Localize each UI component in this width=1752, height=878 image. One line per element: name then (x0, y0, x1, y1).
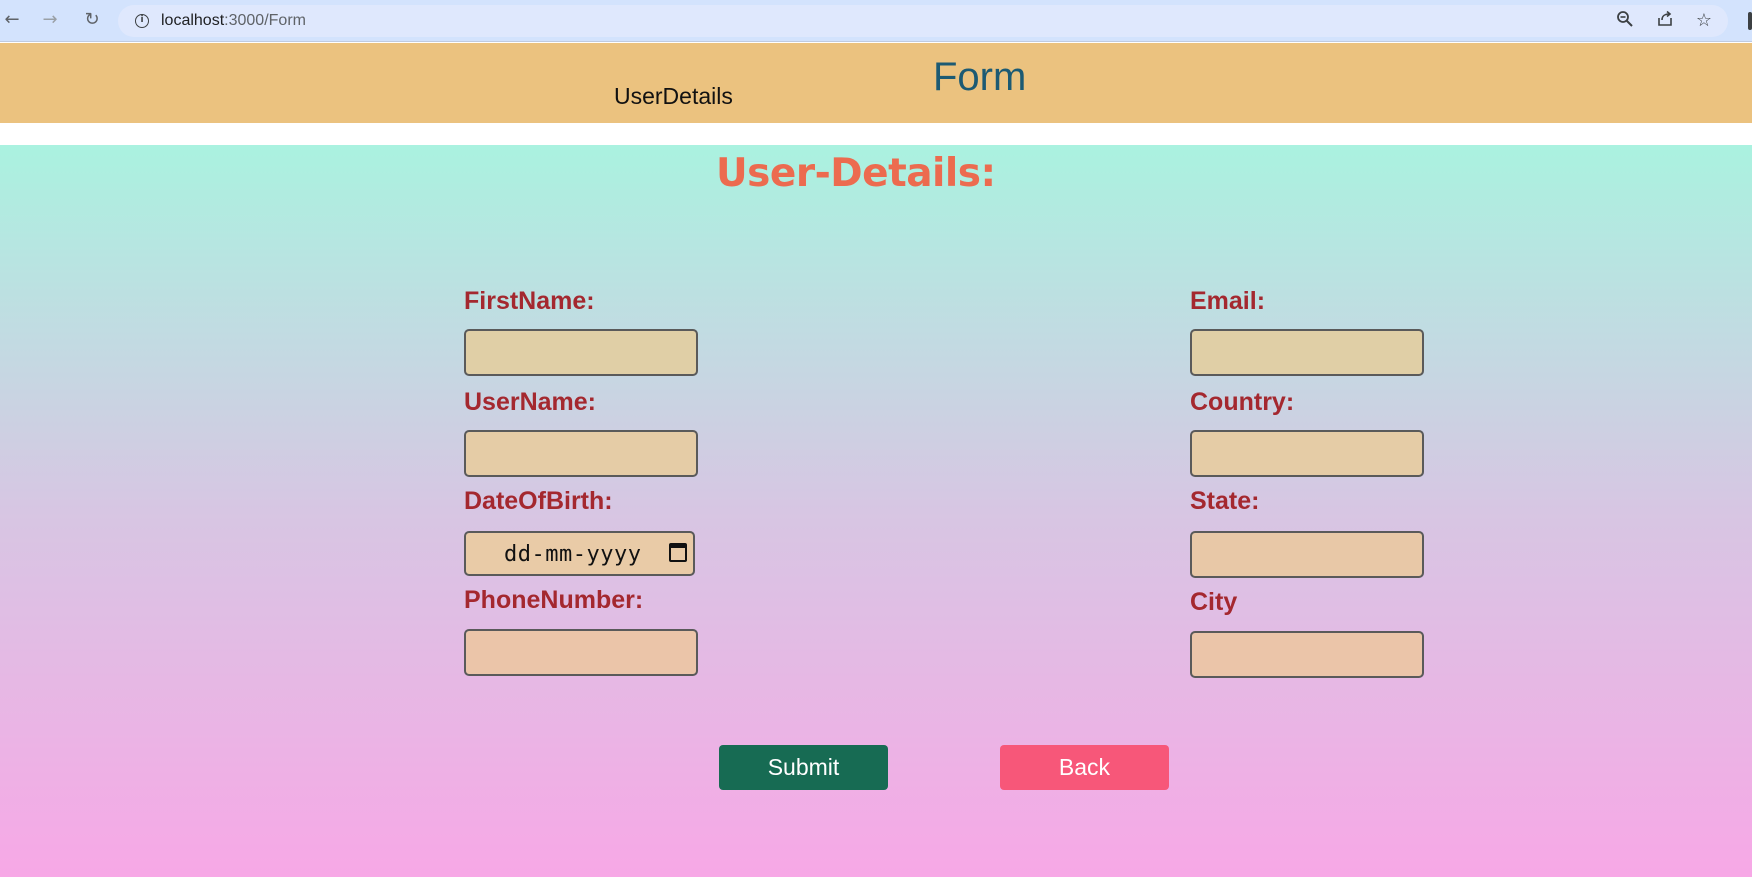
page-title: Form (933, 55, 1027, 99)
extension-menu-icon[interactable] (1748, 12, 1752, 30)
submit-button[interactable]: Submit (719, 745, 888, 790)
site-info-icon[interactable]: i (135, 14, 149, 28)
city-input[interactable] (1190, 631, 1424, 678)
email-input[interactable] (1190, 329, 1424, 376)
back-arrow-icon[interactable]: ← (0, 8, 24, 32)
email-label: Email: (1190, 287, 1266, 315)
country-input[interactable] (1190, 430, 1424, 477)
dateofbirth-label: DateOfBirth: (464, 487, 613, 515)
back-button[interactable]: Back (1000, 745, 1169, 790)
firstname-label: FirstName: (464, 287, 595, 315)
url-text[interactable]: localhost:3000/Form (161, 12, 306, 30)
phonenumber-label: PhoneNumber: (464, 586, 644, 614)
calendar-icon[interactable] (669, 543, 687, 562)
nav-link-userdetails[interactable]: UserDetails (614, 83, 733, 110)
phonenumber-input[interactable] (464, 629, 698, 676)
forward-arrow-icon[interactable]: → (38, 8, 62, 32)
date-placeholder: dd-mm-yyyy (504, 542, 642, 567)
state-input[interactable] (1190, 531, 1424, 578)
zoom-icon[interactable] (1614, 10, 1636, 32)
form-heading: User-Details: (716, 151, 996, 196)
star-icon[interactable]: ☆ (1693, 10, 1715, 32)
username-input[interactable] (464, 430, 698, 477)
dateofbirth-input[interactable]: dd-mm-yyyy (464, 531, 695, 576)
url-path: :3000/Form (224, 12, 306, 29)
state-label: State: (1190, 487, 1260, 515)
user-details-form: User-Details: FirstName: UserName: DateO… (0, 145, 1752, 877)
city-label: City (1190, 588, 1238, 616)
firstname-input[interactable] (464, 329, 698, 376)
reload-icon[interactable]: ↻ (80, 8, 104, 32)
country-label: Country: (1190, 388, 1295, 416)
address-bar[interactable]: i localhost:3000/Form ☆ (118, 5, 1728, 37)
username-label: UserName: (464, 388, 597, 416)
browser-toolbar: ← → ↻ i localhost:3000/Form ☆ (0, 0, 1752, 42)
app-header: UserDetails Form (0, 43, 1752, 123)
url-host: localhost (161, 12, 225, 29)
share-icon[interactable] (1654, 10, 1676, 32)
